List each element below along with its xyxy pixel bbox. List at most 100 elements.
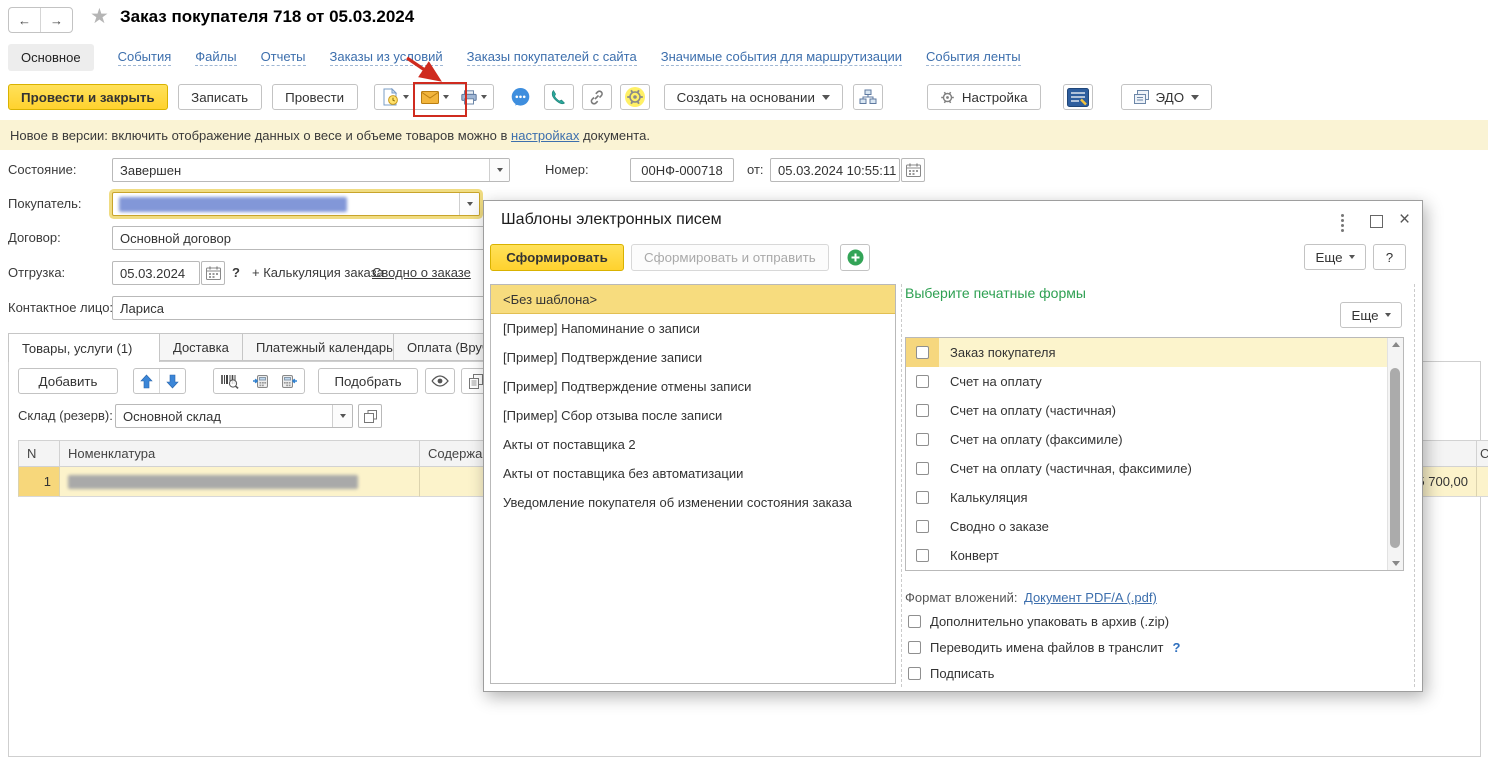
dialog-menu-icon[interactable] <box>1341 214 1344 232</box>
print-form-checkbox[interactable] <box>916 404 929 417</box>
col-header-n[interactable]: N <box>18 440 60 467</box>
tab-goods-services[interactable]: Товары, услуги (1) <box>8 333 160 362</box>
template-item[interactable]: [Пример] Напоминание о записи <box>491 314 895 343</box>
forms-more-button[interactable]: Еще <box>1340 302 1402 328</box>
back-button[interactable]: ← <box>9 8 41 32</box>
panel-splitter[interactable] <box>901 284 902 687</box>
number-field[interactable]: 00НФ-000718 <box>630 158 734 182</box>
post-button[interactable]: Провести <box>272 84 358 110</box>
state-field[interactable]: Завершен <box>112 158 510 182</box>
call-button[interactable] <box>544 84 574 110</box>
attachment-format-link[interactable]: Документ PDF/A (.pdf) <box>1024 590 1157 605</box>
settings-link[interactable]: настройках <box>511 128 579 143</box>
zip-checkbox[interactable] <box>908 615 921 628</box>
write-button[interactable]: Записать <box>178 84 262 110</box>
copy-link-button[interactable] <box>582 84 612 110</box>
order-summary-link[interactable]: Сводно о заказе <box>372 261 471 285</box>
print-form-row[interactable]: Счет на оплату (частичная, факсимиле) <box>906 454 1403 483</box>
terminal-load-button[interactable] <box>246 369 275 393</box>
add-row-button[interactable]: Добавить <box>18 368 118 394</box>
datetime-field[interactable]: 05.03.2024 10:55:11 <box>770 158 900 182</box>
structure-button[interactable] <box>853 84 883 110</box>
move-up-button[interactable] <box>134 369 159 393</box>
right-splitter[interactable] <box>1414 284 1415 687</box>
row-nomenclature-cell[interactable] <box>60 467 420 497</box>
warehouse-field[interactable]: Основной склад <box>115 404 353 428</box>
row-next-cell[interactable] <box>1477 467 1488 497</box>
barcode-scan-button[interactable] <box>214 369 246 393</box>
favorite-star-icon[interactable]: ★ <box>90 4 109 29</box>
print-form-checkbox[interactable] <box>916 520 929 533</box>
warehouse-open-button[interactable] <box>358 404 382 428</box>
create-based-on-button[interactable]: Создать на основании <box>664 84 843 110</box>
scroll-down-icon[interactable] <box>1392 561 1400 566</box>
datetime-calendar-button[interactable] <box>901 158 925 182</box>
template-item[interactable]: [Пример] Подтверждение записи <box>491 343 895 372</box>
edo-button[interactable]: ЭДО <box>1121 84 1213 110</box>
add-template-button[interactable] <box>840 244 870 271</box>
template-item[interactable]: Акты от поставщика без автоматизации <box>491 459 895 488</box>
print-form-checkbox[interactable] <box>916 375 929 388</box>
date-from-label: от: <box>747 158 764 182</box>
shipping-date-field[interactable]: 05.03.2024 <box>112 261 200 285</box>
shipping-help-link[interactable]: ? <box>232 261 240 285</box>
move-down-button[interactable] <box>159 369 185 393</box>
tab-site-orders[interactable]: Заказы покупателей с сайта <box>467 49 637 66</box>
view-button[interactable] <box>425 368 455 394</box>
tab-routing-events[interactable]: Значимые события для маршрутизации <box>661 49 902 66</box>
dialog-help-button[interactable]: ? <box>1373 244 1406 270</box>
pick-items-button[interactable]: Подобрать <box>318 368 418 394</box>
sign-checkbox[interactable] <box>908 667 921 680</box>
tab-events[interactable]: События <box>118 49 172 66</box>
terminal-unload-button[interactable] <box>275 369 304 393</box>
dialog-close-icon[interactable]: × <box>1399 210 1410 229</box>
template-item[interactable]: Уведомление покупателя об изменении сост… <box>491 488 895 517</box>
print-form-checkbox[interactable] <box>916 491 929 504</box>
print-form-checkbox[interactable] <box>916 346 929 359</box>
print-form-row[interactable]: Заказ покупателя <box>906 338 1403 367</box>
shipping-calendar-button[interactable] <box>201 261 225 285</box>
tab-delivery[interactable]: Доставка <box>159 333 243 361</box>
row-number-cell[interactable]: 1 <box>18 467 60 497</box>
report-button[interactable] <box>1063 84 1093 110</box>
dialog-more-button[interactable]: Еще <box>1304 244 1366 270</box>
generate-and-send-button[interactable]: Сформировать и отправить <box>631 244 829 271</box>
state-dropdown-icon[interactable] <box>489 159 509 181</box>
template-item[interactable]: Акты от поставщика 2 <box>491 430 895 459</box>
warehouse-dropdown-icon[interactable] <box>332 405 352 427</box>
print-form-row[interactable]: Счет на оплату (частичная) <box>906 396 1403 425</box>
forward-button[interactable]: → <box>41 8 72 32</box>
translit-checkbox[interactable] <box>908 641 921 654</box>
translit-help-link[interactable]: ? <box>1172 640 1180 655</box>
forms-scrollbar[interactable] <box>1387 338 1403 570</box>
buyer-field[interactable] <box>112 192 480 216</box>
template-item[interactable]: [Пример] Сбор отзыва после записи <box>491 401 895 430</box>
tab-feed-events[interactable]: События ленты <box>926 49 1021 66</box>
highlighted-settings-button[interactable] <box>620 84 650 110</box>
print-form-checkbox[interactable] <box>916 433 929 446</box>
generate-button[interactable]: Сформировать <box>490 244 624 271</box>
print-form-checkbox[interactable] <box>916 549 929 562</box>
calculation-text[interactable]: + Калькуляция заказа <box>252 261 384 285</box>
tab-reports[interactable]: Отчеты <box>261 49 306 66</box>
buyer-dropdown-icon[interactable] <box>459 193 479 215</box>
scroll-up-icon[interactable] <box>1392 342 1400 347</box>
tab-main[interactable]: Основное <box>8 44 94 71</box>
dialog-maximize-icon[interactable] <box>1370 215 1383 228</box>
settings-button[interactable]: Настройка <box>927 84 1041 110</box>
print-form-row[interactable]: Счет на оплату (факсимиле) <box>906 425 1403 454</box>
scroll-thumb[interactable] <box>1390 368 1400 548</box>
template-item[interactable]: <Без шаблона> <box>491 285 895 314</box>
print-form-row[interactable]: Конверт <box>906 541 1403 570</box>
print-form-row[interactable]: Сводно о заказе <box>906 512 1403 541</box>
print-form-checkbox[interactable] <box>916 462 929 475</box>
col-header-next[interactable]: С <box>1477 440 1488 467</box>
col-header-nomenclature[interactable]: Номенклатура <box>60 440 420 467</box>
tab-payment-calendar[interactable]: Платежный календарь <box>242 333 394 361</box>
print-form-row[interactable]: Калькуляция <box>906 483 1403 512</box>
template-item[interactable]: [Пример] Подтверждение отмены записи <box>491 372 895 401</box>
post-and-close-button[interactable]: Провести и закрыть <box>8 84 168 110</box>
tab-files[interactable]: Файлы <box>195 49 236 66</box>
print-form-row[interactable]: Счет на оплату <box>906 367 1403 396</box>
discussion-button[interactable] <box>506 84 536 110</box>
